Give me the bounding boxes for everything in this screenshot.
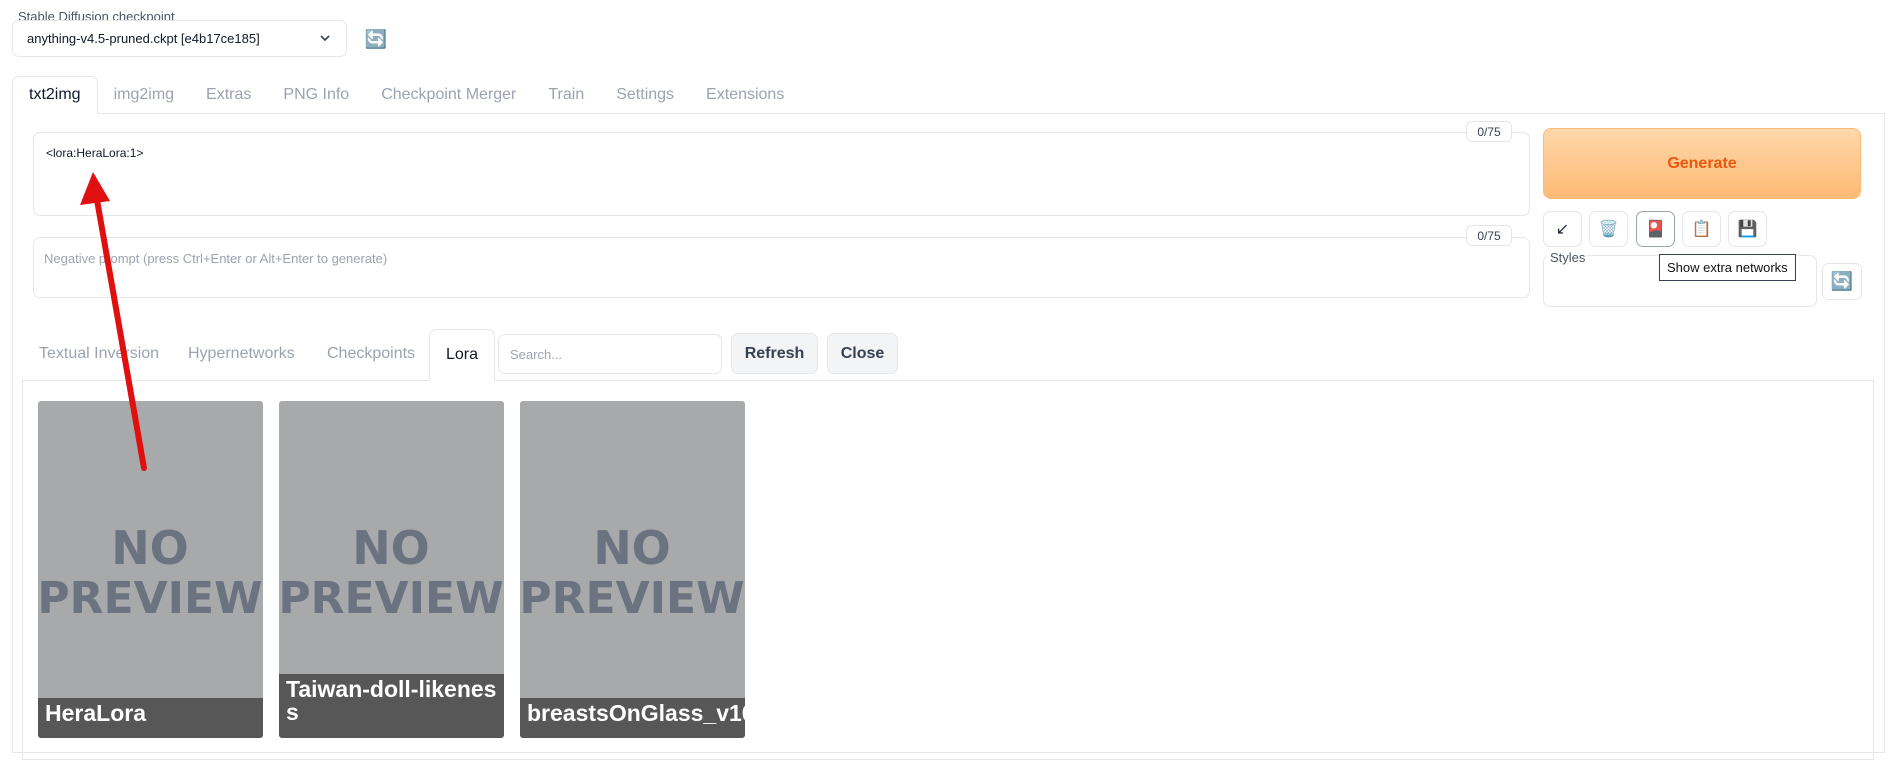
save-style-button[interactable]: 💾	[1728, 211, 1767, 247]
refresh-checkpoint-button[interactable]: 🔄	[358, 21, 394, 57]
search-placeholder: Search...	[510, 346, 563, 362]
card-name: Taiwan-doll-likenes s	[279, 674, 504, 738]
prompt-text: <lora:HeraLora:1>	[46, 146, 144, 160]
tab-extensions[interactable]: Extensions	[690, 76, 800, 114]
no-preview-image: NO PREVIEW	[520, 521, 745, 619]
card-name: breastsOnGlass_v10	[520, 698, 745, 738]
tab-textual-inversion[interactable]: Textual Inversion	[39, 331, 159, 377]
tab-hypernetworks[interactable]: Hypernetworks	[188, 331, 295, 377]
no-preview-text-line2: PREVIEW	[279, 573, 504, 619]
lora-card[interactable]: NO PREVIEW Taiwan-doll-likenes s	[279, 401, 504, 738]
lora-card[interactable]: NO PREVIEW HeraLora	[38, 401, 263, 738]
tab-settings[interactable]: Settings	[600, 76, 690, 114]
negative-prompt-placeholder: Negative prompt (press Ctrl+Enter or Alt…	[44, 251, 388, 266]
close-button[interactable]: Close	[827, 333, 898, 374]
no-preview-image: NO PREVIEW	[38, 521, 263, 619]
tab-checkpoint-merger[interactable]: Checkpoint Merger	[365, 76, 532, 114]
refresh-styles-button[interactable]: 🔄	[1822, 263, 1862, 300]
tab-txt2img[interactable]: txt2img	[12, 76, 98, 114]
show-extra-networks-button[interactable]: 🎴	[1636, 211, 1675, 247]
checkpoint-value: anything-v4.5-pruned.ckpt [e4b17ce185]	[27, 31, 260, 46]
checkpoint-dropdown[interactable]: anything-v4.5-pruned.ckpt [e4b17ce185]	[12, 20, 347, 57]
no-preview-text-line1: NO	[352, 521, 430, 575]
tab-lora[interactable]: Lora	[429, 329, 496, 381]
lora-card[interactable]: NO PREVIEW breastsOnGlass_v10	[520, 401, 745, 738]
clear-prompt-button[interactable]: 🗑️	[1589, 211, 1628, 247]
save-icon: 💾	[1737, 221, 1758, 238]
refresh-button[interactable]: Refresh	[731, 333, 818, 374]
arrow-down-left-icon: ↙	[1555, 221, 1570, 238]
styles-label: Styles	[1548, 250, 1588, 265]
negative-prompt-input[interactable]: Negative prompt (press Ctrl+Enter or Alt…	[33, 237, 1530, 298]
main-tabs: txt2img img2img Extras PNG Info Checkpoi…	[12, 76, 800, 114]
tab-train[interactable]: Train	[532, 76, 600, 114]
clipboard-icon: 📋	[1691, 221, 1712, 238]
no-preview-text-line2: PREVIEW	[520, 573, 745, 619]
no-preview-text-line2: PREVIEW	[38, 573, 263, 619]
no-preview-image: NO PREVIEW	[279, 521, 504, 619]
refresh-icon: 🔄	[1830, 271, 1854, 291]
refresh-icon: 🔄	[364, 28, 388, 49]
tab-checkpoints[interactable]: Checkpoints	[327, 331, 415, 377]
tooltip: Show extra networks	[1659, 254, 1796, 281]
prompt-input[interactable]: <lora:HeraLora:1>	[33, 132, 1530, 216]
tab-extras[interactable]: Extras	[190, 76, 267, 114]
card-name: HeraLora	[38, 698, 263, 738]
chevron-down-icon	[320, 35, 330, 42]
read-params-button[interactable]: ↙	[1543, 211, 1582, 247]
no-preview-text-line1: NO	[593, 521, 671, 575]
no-preview-text-line1: NO	[111, 521, 189, 575]
apply-style-button[interactable]: 📋	[1682, 211, 1721, 247]
generate-button[interactable]: Generate	[1543, 128, 1861, 199]
search-input[interactable]: Search...	[498, 334, 722, 374]
negative-prompt-token-counter: 0/75	[1466, 225, 1512, 246]
trash-icon: 🗑️	[1598, 221, 1619, 238]
tab-img2img[interactable]: img2img	[98, 76, 190, 114]
prompt-token-counter: 0/75	[1466, 121, 1512, 142]
tab-png-info[interactable]: PNG Info	[267, 76, 365, 114]
extra-networks-icon: 🎴	[1645, 221, 1666, 238]
